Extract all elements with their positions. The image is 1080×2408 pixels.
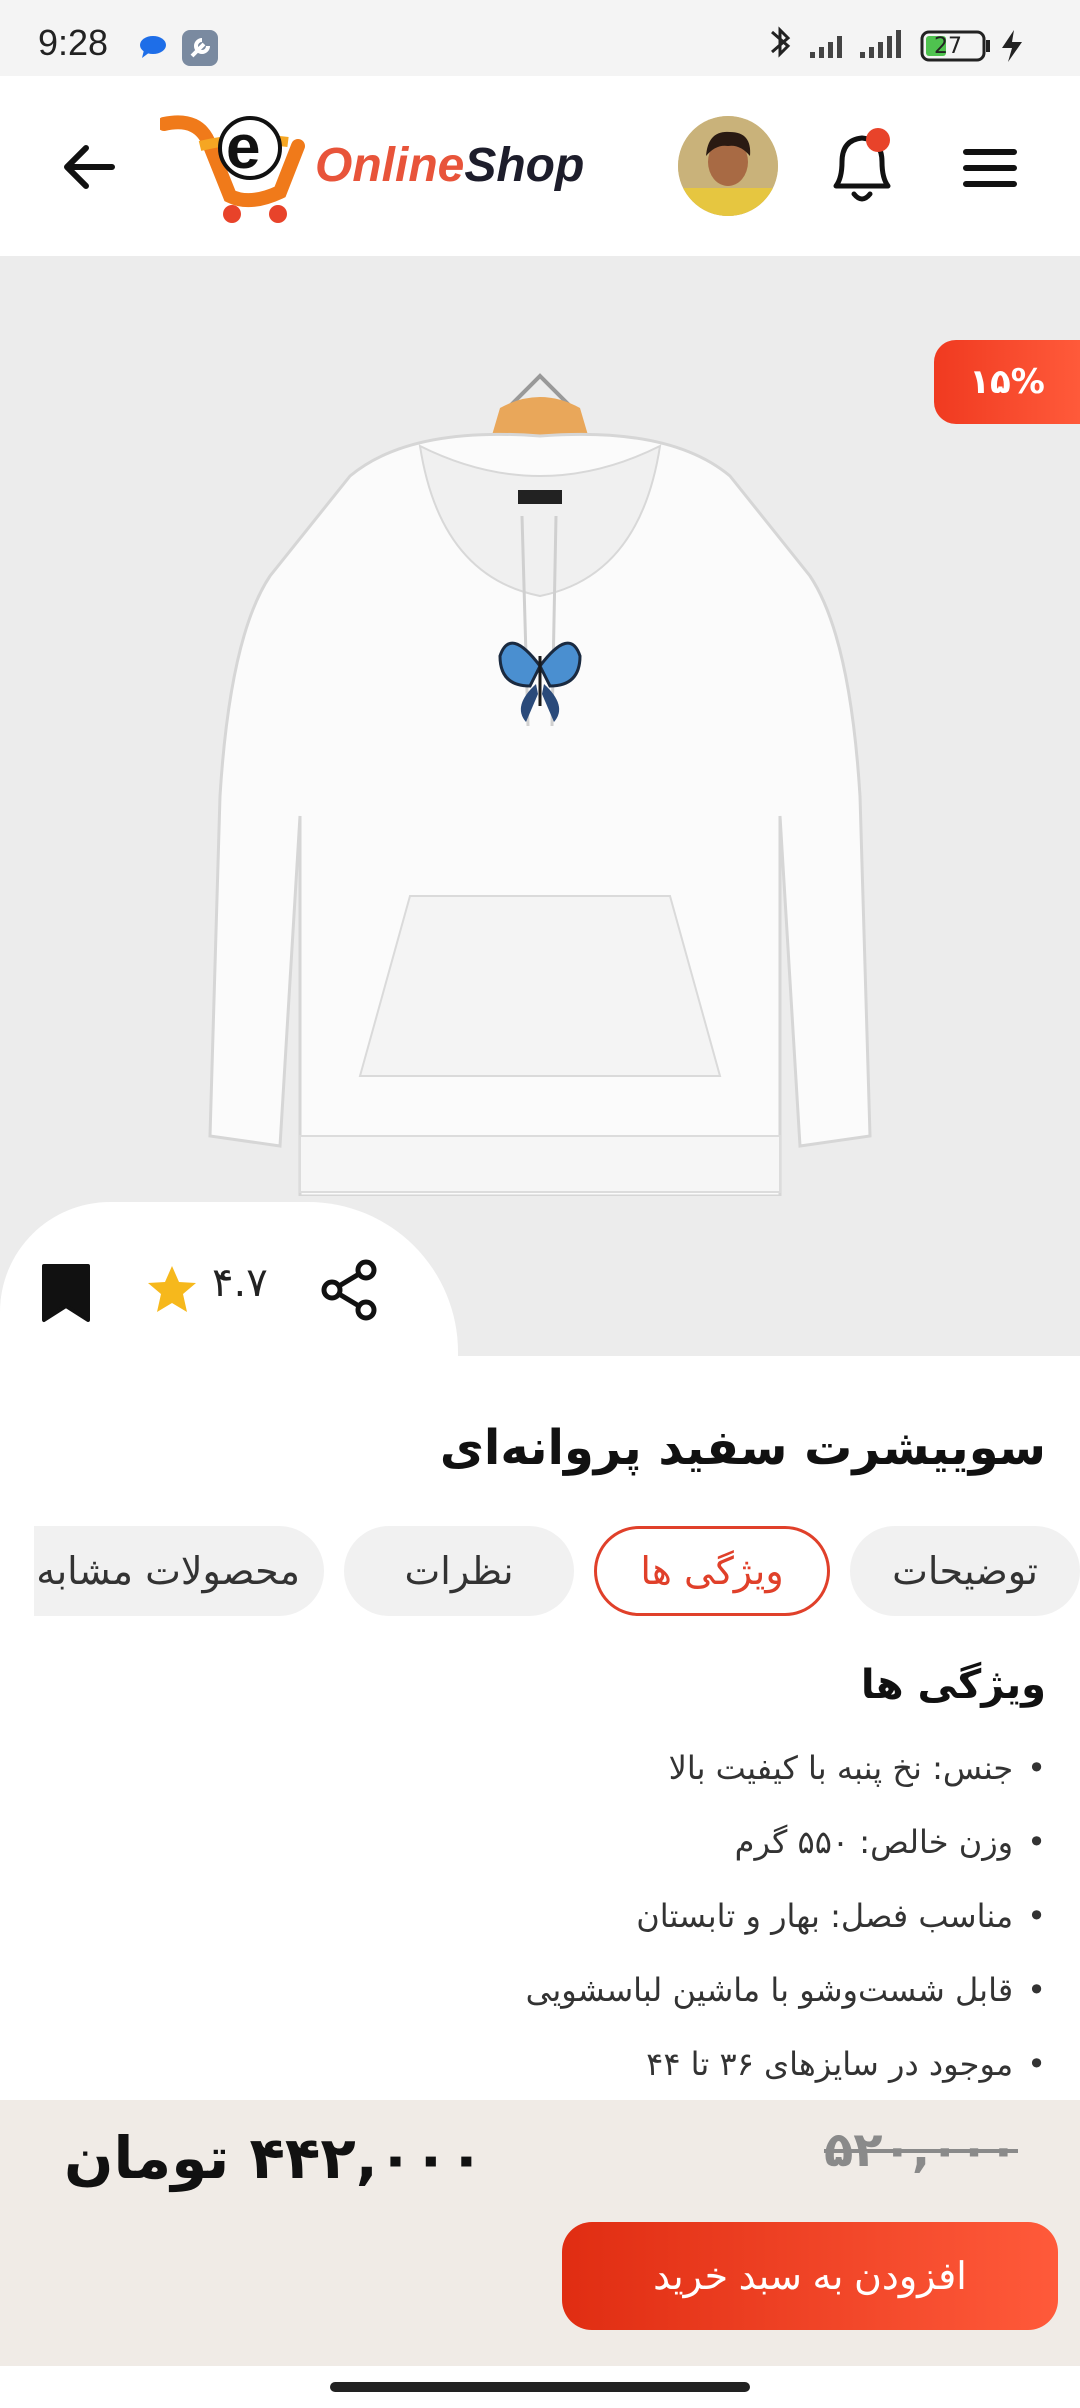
rating-value: ۴.۷ [212, 1260, 268, 1306]
logo-word-online: Online [315, 139, 465, 192]
status-time: 9:28 [38, 22, 109, 63]
add-to-cart-button[interactable]: افزودن به سبد خرید [562, 2222, 1058, 2330]
list-item: موجود در سایزهای ۳۶ تا ۴۴ [46, 2034, 1046, 2108]
old-price: ۵۲۰,۰۰۰ [823, 2122, 1018, 2178]
user-avatar[interactable] [678, 116, 778, 216]
tab-features[interactable]: ویژگی ها [594, 1526, 830, 1616]
message-icon [140, 36, 166, 58]
list-item: مناسب فصل: بهار و تابستان [46, 1886, 1046, 1960]
product-tabs: توضیحات ویژگی ها نظرات محصولات مشابه [34, 1524, 1080, 1620]
features-list: جنس: نخ پنبه با کیفیت بالا وزن خالص: ۵۵۰… [46, 1738, 1046, 2108]
connectivity-icons [771, 26, 1022, 62]
app-logo: e OnlineShop [157, 106, 600, 226]
list-item: وزن خالص: ۵۵۰ گرم [46, 1812, 1046, 1886]
home-indicator[interactable] [330, 2382, 750, 2392]
status-bar: 9:28 27 [0, 0, 1080, 76]
tab-reviews[interactable]: نظرات [344, 1526, 574, 1616]
back-arrow-icon[interactable] [54, 132, 124, 202]
logo-wordmark: OnlineShop [315, 138, 584, 193]
product-image-area: ۱۵% [0, 256, 1080, 1356]
list-item: قابل شست‌وشو با ماشین لباسشویی [46, 1960, 1046, 2034]
list-item: جنس: نخ پنبه با کیفیت بالا [46, 1738, 1046, 1812]
new-price: ۴۴۲,۰۰۰ تومان [64, 2124, 484, 2192]
bookmark-icon[interactable] [38, 1262, 94, 1324]
hoodie-product-image [208, 373, 872, 1196]
share-icon[interactable] [318, 1258, 382, 1322]
tab-description[interactable]: توضیحات [850, 1526, 1080, 1616]
purchase-bar: ۵۲۰,۰۰۰ ۴۴۲,۰۰۰ تومان افزودن به سبد خرید [0, 2100, 1080, 2366]
status-icons: 27 [762, 26, 1042, 66]
product-title: سوییشرت سفید پروانه‌ای [439, 1420, 1046, 1476]
battery-level: 27 [934, 34, 962, 59]
product-actions-card: ۴.۷ [0, 1202, 458, 1402]
wrench-app-icon [182, 30, 218, 66]
discount-badge: ۱۵% [934, 340, 1080, 424]
logo-word-shop: Shop [464, 139, 585, 192]
app-header: e OnlineShop [0, 76, 1080, 256]
hamburger-menu-icon[interactable] [960, 138, 1020, 198]
logo-letter: e [226, 113, 261, 182]
star-icon [148, 1266, 196, 1312]
features-heading: ویژگی ها [860, 1662, 1046, 1708]
notification-bell-icon[interactable] [822, 122, 902, 212]
tab-similar-products[interactable]: محصولات مشابه [34, 1526, 324, 1616]
avatar-photo [678, 116, 778, 216]
